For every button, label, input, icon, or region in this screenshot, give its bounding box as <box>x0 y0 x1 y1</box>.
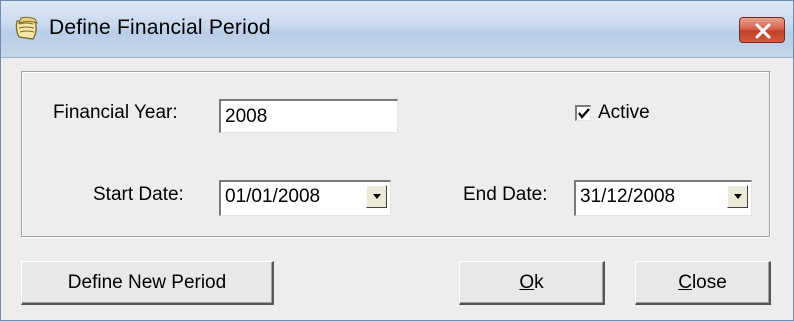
start-date-value: 01/01/2008 <box>225 186 321 207</box>
close-mnemonic: C <box>678 271 692 293</box>
start-date-picker[interactable]: 01/01/2008 <box>219 180 391 216</box>
chevron-down-icon <box>734 194 742 199</box>
chevron-down-icon <box>373 194 381 199</box>
end-date-value: 31/12/2008 <box>580 186 676 207</box>
financial-year-label: Financial Year: <box>53 102 178 123</box>
active-label: Active <box>598 102 650 123</box>
start-date-dropdown-button[interactable] <box>366 185 387 208</box>
close-label-rest: lose <box>691 271 727 293</box>
checkmark-icon <box>578 108 590 119</box>
start-date-label: Start Date: <box>93 184 184 205</box>
end-date-label: End Date: <box>463 184 548 205</box>
close-button[interactable]: Close <box>635 261 771 305</box>
ok-mnemonic: O <box>519 271 535 293</box>
end-date-dropdown-button[interactable] <box>727 185 748 208</box>
notepad-app-icon <box>13 15 41 43</box>
window-title: Define Financial Period <box>49 16 271 39</box>
ok-label-rest: k <box>534 271 544 293</box>
title-bar[interactable]: Define Financial Period <box>1 1 793 58</box>
close-icon <box>755 23 771 39</box>
financial-year-input[interactable] <box>219 99 398 133</box>
define-new-period-label: Define New Period <box>67 271 227 293</box>
ok-button[interactable]: Ok <box>459 261 605 305</box>
end-date-picker[interactable]: 31/12/2008 <box>574 180 752 216</box>
define-financial-period-dialog: Define Financial Period Financial Year: … <box>0 0 794 321</box>
active-checkbox[interactable] <box>575 105 591 121</box>
window-close-button[interactable] <box>739 17 785 43</box>
define-new-period-button[interactable]: Define New Period <box>21 261 274 305</box>
